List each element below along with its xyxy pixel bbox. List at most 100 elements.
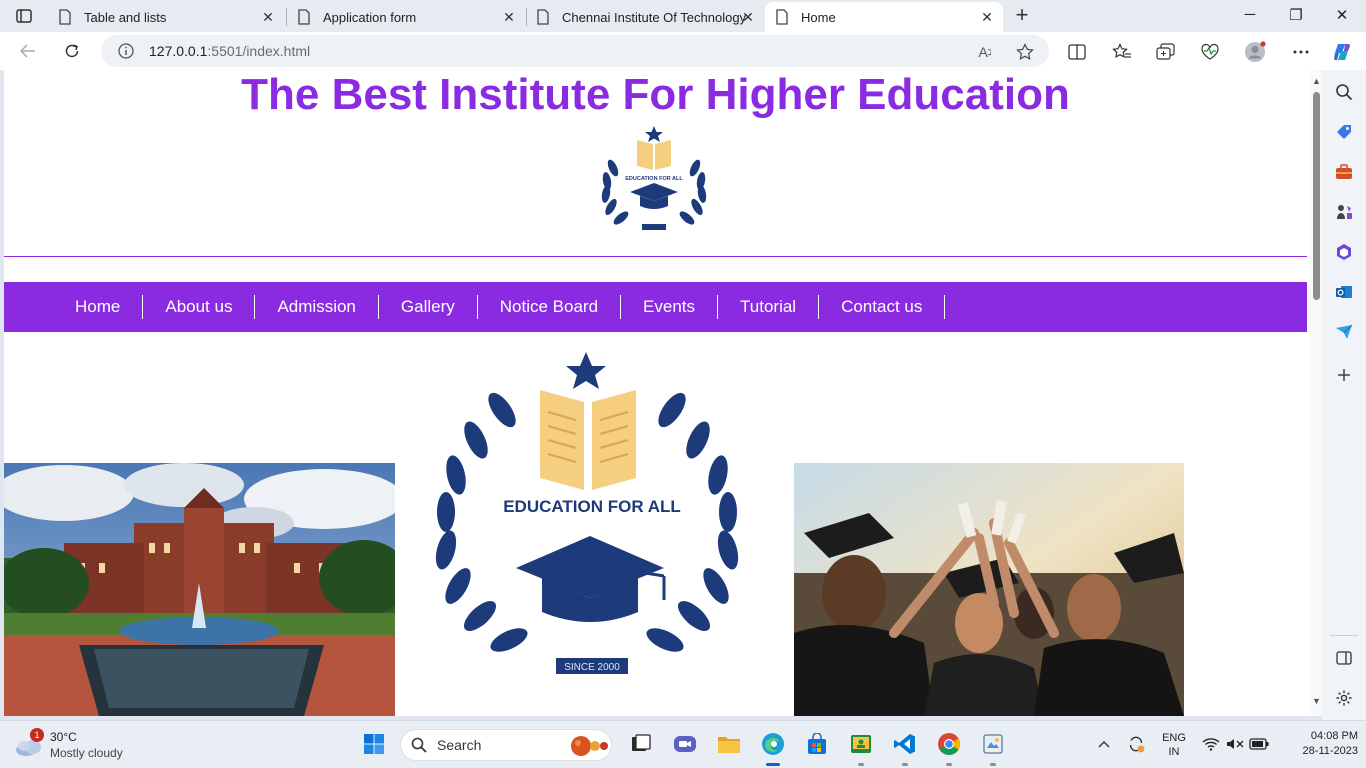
graduates-photo: [794, 463, 1184, 716]
vscode-icon[interactable]: [892, 731, 918, 757]
tab-actions-icon[interactable]: [10, 6, 38, 26]
page-icon: [536, 9, 550, 25]
split-screen-icon[interactable]: [1066, 41, 1088, 63]
edge-browser-icon[interactable]: [760, 731, 786, 757]
nav-home[interactable]: Home: [53, 295, 144, 319]
close-icon[interactable]: ✕: [260, 9, 276, 25]
show-hidden-icons[interactable]: [1091, 731, 1117, 757]
page-icon: [775, 9, 789, 25]
scroll-up-icon[interactable]: ▲: [1312, 76, 1321, 86]
hide-sidebar-icon[interactable]: [1334, 648, 1354, 668]
language-indicator[interactable]: ENG IN: [1158, 731, 1190, 759]
more-options-icon[interactable]: [1290, 41, 1312, 63]
close-icon[interactable]: ✕: [979, 9, 995, 25]
volume-muted-icon[interactable]: [1222, 731, 1248, 757]
battery-icon[interactable]: [1246, 731, 1272, 757]
window-close-button[interactable]: ✕: [1330, 6, 1354, 24]
file-explorer-icon[interactable]: [716, 731, 742, 757]
language-code: ENG: [1162, 732, 1186, 744]
edge-running-indicator: [766, 763, 780, 766]
url-host: 127.0.0.1: [149, 43, 208, 59]
back-arrow-icon[interactable]: [16, 40, 40, 62]
url-text: 127.0.0.1:5501/index.html: [149, 43, 310, 59]
new-tab-button[interactable]: +: [1011, 4, 1033, 27]
page-viewport: The Best Institute For Higher Education …: [4, 70, 1322, 716]
address-bar: 127.0.0.1:5501/index.html Aℷ: [0, 32, 1366, 70]
weather-widget[interactable]: 1 30°C Mostly cloudy: [14, 728, 154, 762]
add-sidebar-app-icon[interactable]: [1334, 365, 1354, 385]
microsoft365-icon[interactable]: [1334, 242, 1354, 262]
tools-briefcase-icon[interactable]: [1334, 162, 1354, 182]
chrome-icon[interactable]: [936, 731, 962, 757]
tab-label: Home: [801, 9, 836, 25]
settings-gear-icon[interactable]: [1334, 688, 1354, 708]
send-drop-icon[interactable]: [1334, 322, 1354, 342]
system-clock[interactable]: 04:08 PM 28-11-2023: [1278, 729, 1358, 759]
windows-taskbar: 1 30°C Mostly cloudy Search ENG IN 04:08…: [0, 720, 1366, 768]
search-icon: [411, 737, 427, 753]
outlook-icon[interactable]: [1334, 282, 1354, 302]
nav-notice-board[interactable]: Notice Board: [478, 295, 622, 319]
nav-events[interactable]: Events: [621, 295, 719, 319]
windows-start-icon[interactable]: [361, 731, 387, 757]
scrollbar-thumb[interactable]: [1313, 92, 1320, 300]
read-aloud-icon[interactable]: Aℷ: [975, 42, 995, 62]
profile-avatar[interactable]: [1244, 41, 1266, 63]
tab-label: Application form: [323, 9, 417, 25]
institute-logo-large: EDUCATION FOR ALL SINCE 2000: [435, 352, 739, 674]
sidebar-search-icon[interactable]: [1334, 82, 1354, 102]
tab-application-form[interactable]: Application form ✕: [287, 2, 525, 32]
favorite-star-icon[interactable]: [1015, 42, 1035, 62]
tab-chennai-institute[interactable]: Chennai Institute Of Technology ✕: [526, 2, 764, 32]
taskbar-search[interactable]: Search: [400, 729, 612, 761]
page-scrollbar[interactable]: ▲ ▼: [1310, 70, 1322, 716]
wifi-icon[interactable]: [1198, 731, 1224, 757]
classroom-running-indicator: [858, 763, 864, 766]
tab-label: Table and lists: [84, 9, 167, 25]
page-icon: [297, 9, 311, 25]
tab-bar: Table and lists ✕ Application form ✕ Che…: [0, 0, 1366, 32]
search-label: Search: [437, 737, 482, 753]
refresh-icon[interactable]: [60, 40, 84, 62]
header-divider: [4, 256, 1307, 257]
tab-home[interactable]: Home ✕: [765, 2, 1003, 32]
logo-caption-small: EDUCATION FOR ALL: [625, 176, 683, 182]
nav-about-us[interactable]: About us: [143, 295, 256, 319]
nav-tutorial[interactable]: Tutorial: [718, 295, 820, 319]
shopping-tag-icon[interactable]: [1334, 122, 1354, 142]
favorites-icon[interactable]: [1111, 41, 1133, 63]
vscode-running-indicator: [902, 763, 908, 766]
task-view-icon[interactable]: [628, 731, 654, 757]
nav-contact-us[interactable]: Contact us: [819, 295, 946, 319]
games-icon[interactable]: [1334, 202, 1354, 222]
url-field[interactable]: 127.0.0.1:5501/index.html Aℷ: [101, 35, 1049, 67]
clock-date: 28-11-2023: [1302, 745, 1358, 757]
institute-logo-small: EDUCATION FOR ALL: [601, 126, 707, 230]
nav-admission[interactable]: Admission: [255, 295, 379, 319]
classroom-app-icon[interactable]: [848, 731, 874, 757]
scroll-down-icon[interactable]: ▼: [1312, 696, 1321, 706]
edge-sidebar: [1322, 70, 1366, 720]
close-icon[interactable]: ✕: [501, 9, 517, 25]
sidebar-divider: [1330, 635, 1358, 636]
minimize-button[interactable]: ─: [1238, 6, 1262, 23]
main-nav: Home About us Admission Gallery Notice B…: [4, 282, 1307, 332]
info-icon[interactable]: [117, 42, 135, 60]
sync-status-icon[interactable]: [1123, 731, 1149, 757]
close-icon[interactable]: ✕: [740, 9, 756, 25]
nav-gallery[interactable]: Gallery: [379, 295, 478, 319]
weather-temp: 30°C: [50, 730, 77, 744]
collections-icon[interactable]: [1155, 41, 1177, 63]
tab-table-and-lists[interactable]: Table and lists ✕: [48, 2, 284, 32]
clock-time: 04:08 PM: [1310, 730, 1358, 742]
store-icon[interactable]: [804, 731, 830, 757]
copilot-icon[interactable]: [1332, 41, 1354, 63]
url-path: :5501/index.html: [207, 43, 311, 59]
search-highlight-icon: [571, 736, 608, 756]
restore-button[interactable]: ❐: [1284, 6, 1308, 24]
browser-essentials-icon[interactable]: [1199, 41, 1221, 63]
weather-condition: Mostly cloudy: [50, 746, 123, 760]
paint-app-icon[interactable]: [980, 731, 1006, 757]
teams-chat-icon[interactable]: [672, 731, 698, 757]
logo-caption-large: EDUCATION FOR ALL: [503, 497, 681, 516]
